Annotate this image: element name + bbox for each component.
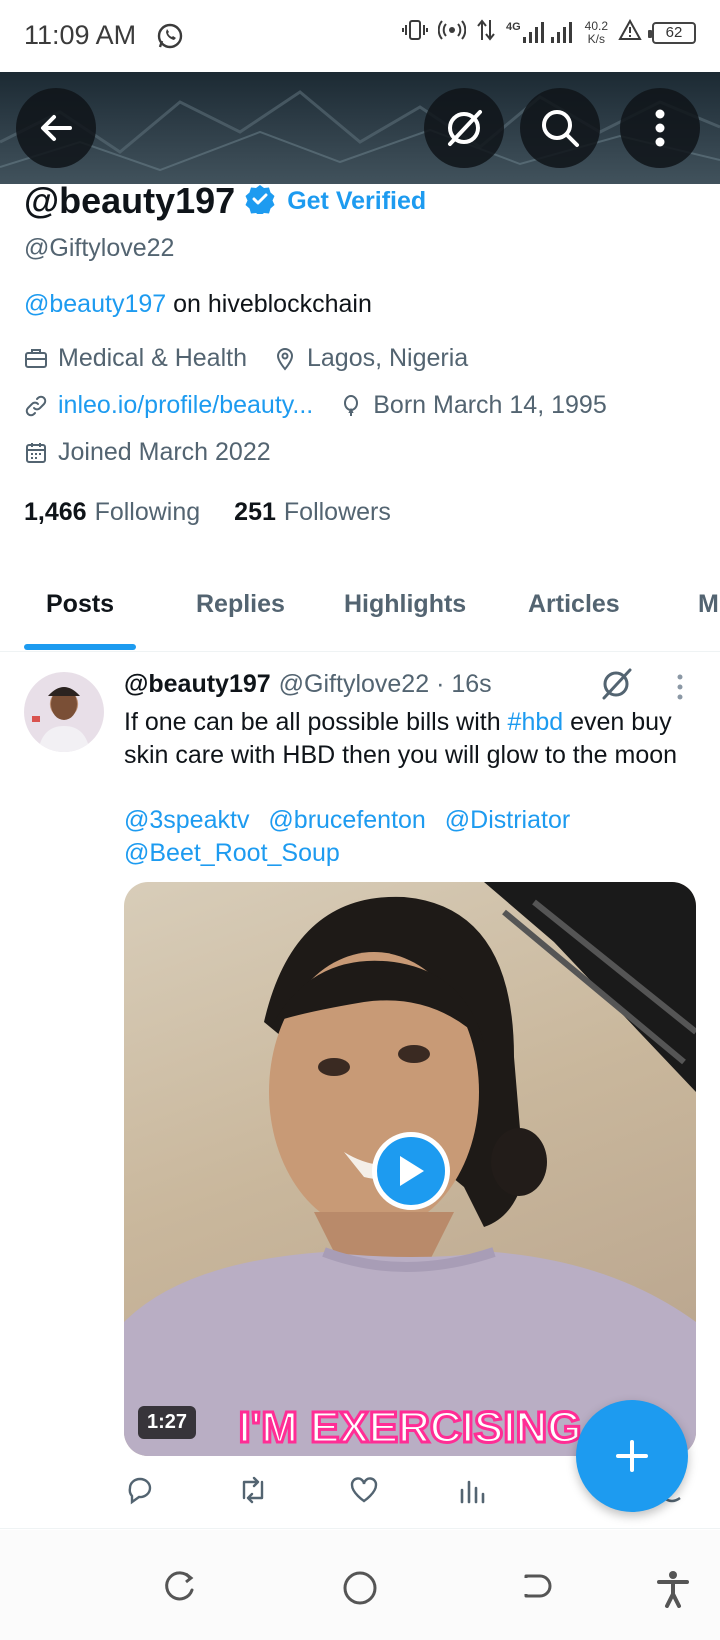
bio-mention-link[interactable]: @beauty197 xyxy=(24,290,166,318)
following-link[interactable]: 1,466 Following xyxy=(24,498,200,527)
back-nav-icon[interactable] xyxy=(520,1570,554,1609)
hotspot-icon xyxy=(437,19,467,46)
joined-text: Joined March 2022 xyxy=(58,438,271,466)
tab-media[interactable]: M xyxy=(698,590,719,619)
arrow-left-icon xyxy=(41,115,72,141)
follow-stats: 1,466 Following 251 Followers xyxy=(24,498,425,527)
plus-icon xyxy=(616,1440,648,1472)
data-arrows-icon xyxy=(476,18,496,47)
speed-unit: K/s xyxy=(587,31,605,46)
tab-articles[interactable]: Articles xyxy=(528,590,620,619)
followers-label: Followers xyxy=(283,498,391,526)
active-tab-indicator xyxy=(24,644,136,650)
post-text-before: If one can be all possible bills with xyxy=(124,708,508,736)
profile-meta-row-3: Joined March 2022 xyxy=(24,438,297,467)
more-button[interactable] xyxy=(620,88,700,168)
grok-button[interactable] xyxy=(424,88,504,168)
location-pin-icon xyxy=(276,347,293,371)
tab-highlights[interactable]: Highlights xyxy=(344,590,466,619)
tab-replies[interactable]: Replies xyxy=(196,590,285,619)
birthday-text: Born March 14, 1995 xyxy=(373,391,607,419)
profile-tabs: Posts Replies Highlights Articles M xyxy=(0,560,720,652)
briefcase-icon xyxy=(25,348,47,368)
mention-link[interactable]: @Distriator xyxy=(445,806,570,834)
post-author-handle: @Giftylove22 xyxy=(278,670,430,698)
compose-fab[interactable] xyxy=(576,1400,688,1512)
warning-icon xyxy=(618,18,642,46)
calendar-icon xyxy=(26,442,46,463)
category-text: Medical & Health xyxy=(58,344,247,372)
network-type: 4G xyxy=(505,20,521,33)
reply-icon[interactable] xyxy=(124,1474,156,1511)
network-speed: 40.2 K/s xyxy=(584,18,608,46)
status-indicators: 4G 40.2 K/s 62 xyxy=(401,18,696,47)
like-icon[interactable] xyxy=(348,1474,380,1511)
mention-link[interactable]: @3speaktv xyxy=(124,806,249,834)
profile-meta-row-1: Medical & Health Lagos, Nigeria xyxy=(24,344,494,373)
signal-4g: 4G xyxy=(506,21,575,45)
post-text: If one can be all possible bills with #h… xyxy=(124,706,704,772)
search-icon xyxy=(542,110,579,147)
mention-link[interactable]: @brucefenton xyxy=(268,806,425,834)
post-time: · 16s xyxy=(436,670,492,698)
bio-text: on hiveblockchain xyxy=(166,290,372,318)
more-vertical-icon xyxy=(655,109,665,147)
following-label: Following xyxy=(94,498,201,526)
video-caption-text: I'M EXERCISING xyxy=(239,1403,582,1452)
back-button[interactable] xyxy=(16,88,96,168)
status-time: 11:09 AM xyxy=(24,20,137,50)
status-bar: 11:09 AM 4G 40.2 K/s 62 xyxy=(0,0,720,72)
system-nav-bar xyxy=(0,1530,720,1640)
tab-posts[interactable]: Posts xyxy=(46,590,114,619)
post-grok-icon[interactable] xyxy=(596,664,636,709)
birthday-item: Born March 14, 1995 xyxy=(339,391,607,420)
website-link[interactable]: inleo.io/profile/beauty... xyxy=(58,391,313,420)
battery-indicator: 62 xyxy=(648,21,696,44)
home-icon[interactable] xyxy=(342,1570,378,1611)
play-button[interactable] xyxy=(372,1132,450,1210)
play-icon xyxy=(400,1156,424,1186)
post-mentions: @3speaktv @brucefenton @Distriator @Beet… xyxy=(124,804,704,870)
vibrate-icon xyxy=(401,19,428,46)
profile-handle: @Giftylove22 xyxy=(24,234,175,262)
whatsapp-icon xyxy=(156,22,184,55)
views-icon[interactable] xyxy=(458,1474,488,1511)
verified-badge-icon xyxy=(245,184,275,219)
profile-meta-row-2: inleo.io/profile/beauty... Born March 14… xyxy=(24,391,633,420)
hashtag-link[interactable]: #hbd xyxy=(508,708,564,736)
followers-link[interactable]: 251 Followers xyxy=(234,498,391,527)
repost-icon[interactable] xyxy=(236,1474,270,1511)
link-icon xyxy=(25,395,47,416)
following-count: 1,466 xyxy=(24,498,87,526)
category-item: Medical & Health xyxy=(24,344,247,373)
profile-name-row: @beauty197 Get Verified xyxy=(24,180,426,222)
post-header: @beauty197 @Giftylove22 · 16s xyxy=(124,670,492,699)
joined-item: Joined March 2022 xyxy=(24,438,271,467)
profile-banner xyxy=(0,72,720,184)
post-avatar[interactable] xyxy=(24,672,104,752)
get-verified-link[interactable]: Get Verified xyxy=(287,187,426,216)
balloon-icon xyxy=(344,394,359,416)
website-item[interactable]: inleo.io/profile/beauty... xyxy=(24,391,313,420)
post-more-icon[interactable] xyxy=(672,672,688,707)
recents-icon[interactable] xyxy=(162,1570,196,1609)
search-button[interactable] xyxy=(520,88,600,168)
location-text: Lagos, Nigeria xyxy=(306,344,469,372)
post-author-name[interactable]: @beauty197 xyxy=(124,670,271,699)
grok-icon xyxy=(448,110,482,146)
followers-count: 251 xyxy=(234,498,276,526)
display-name: @beauty197 xyxy=(24,180,236,221)
location-item: Lagos, Nigeria xyxy=(273,344,468,373)
profile-bio: @beauty197 on hiveblockchain xyxy=(24,290,372,319)
speed-value: 40.2 xyxy=(584,18,608,33)
video-duration: 1:27 xyxy=(138,1406,197,1439)
content-divider xyxy=(0,1528,720,1529)
mention-link[interactable]: @Beet_Root_Soup xyxy=(124,839,340,867)
accessibility-icon[interactable] xyxy=(656,1570,690,1613)
